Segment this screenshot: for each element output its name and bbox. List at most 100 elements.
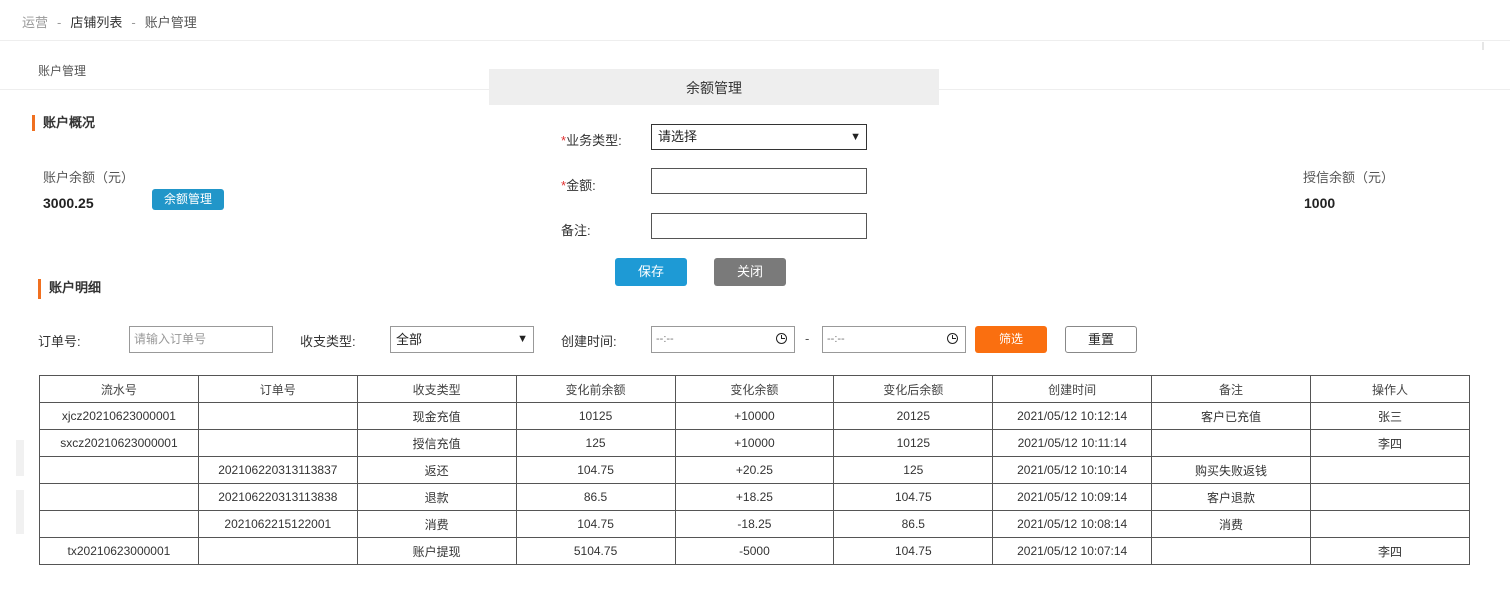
- cell-operator: 张三: [1310, 402, 1470, 430]
- cell-operator: 李四: [1310, 537, 1470, 565]
- cell-created: 2021/05/12 10:07:14: [992, 537, 1153, 565]
- biz-type-select[interactable]: 请选择 ▼: [651, 124, 867, 150]
- breadcrumb-separator: -: [131, 15, 136, 30]
- type-filter-label: 收支类型:: [300, 334, 356, 349]
- table-row: xjcz20210623000001 现金充值 10125 +10000 201…: [39, 402, 1470, 430]
- column-header-note: 备注: [1151, 375, 1311, 403]
- cell-order: [197, 429, 358, 457]
- cell-type: 现金充值: [356, 402, 517, 430]
- column-header-before: 变化前余额: [515, 375, 676, 403]
- cell-after: 20125: [833, 402, 994, 430]
- start-time-input[interactable]: --:--: [651, 326, 795, 353]
- table-row: sxcz20210623000001 授信充值 125 +10000 10125…: [39, 429, 1470, 457]
- cell-after: 125: [833, 456, 994, 484]
- time-filter-label: 创建时间:: [561, 334, 617, 349]
- cell-serial: sxcz20210623000001: [39, 429, 199, 457]
- ledger-table: 流水号 订单号 收支类型 变化前余额 变化余额 变化后余额 创建时间 备注 操作…: [39, 375, 1470, 565]
- column-header-after: 变化后余额: [833, 375, 994, 403]
- cell-note: [1151, 537, 1311, 565]
- cell-serial: xjcz20210623000001: [39, 402, 199, 430]
- breadcrumb-item-account: 账户管理: [144, 15, 197, 30]
- end-time-value: --:--: [827, 333, 845, 345]
- table-row: tx20210623000001 账户提现 5104.75 -5000 104.…: [39, 537, 1470, 565]
- biz-type-label: *业务类型:: [561, 130, 622, 149]
- cell-created: 2021/05/12 10:10:14: [992, 456, 1153, 484]
- column-header-change: 变化余额: [674, 375, 835, 403]
- filter-button[interactable]: 筛选: [975, 326, 1047, 353]
- divider: [0, 40, 1510, 41]
- cell-change: +10000: [674, 429, 835, 457]
- cell-created: 2021/05/12 10:11:14: [992, 429, 1153, 457]
- order-search-input[interactable]: 请输入订单号: [129, 326, 273, 353]
- breadcrumb-item-ops[interactable]: 运营: [22, 15, 48, 30]
- cell-before: 104.75: [515, 456, 676, 484]
- biz-type-selected: 请选择: [658, 129, 698, 144]
- cell-operator: [1310, 483, 1470, 511]
- cell-change: +20.25: [674, 456, 835, 484]
- tab-account-management[interactable]: 账户管理: [38, 62, 86, 79]
- amount-input[interactable]: [651, 168, 867, 194]
- breadcrumb-item-shop-list[interactable]: 店铺列表: [70, 15, 122, 30]
- column-header-serial: 流水号: [39, 375, 199, 403]
- cell-created: 2021/05/12 10:09:14: [992, 483, 1153, 511]
- table-header-row: 流水号 订单号 收支类型 变化前余额 变化余额 变化后余额 创建时间 备注 操作…: [39, 375, 1470, 403]
- cell-type: 账户提现: [356, 537, 517, 565]
- cell-type: 退款: [356, 483, 517, 511]
- cell-after: 86.5: [833, 510, 994, 538]
- clock-icon[interactable]: [776, 333, 787, 344]
- cell-created: 2021/05/12 10:08:14: [992, 510, 1153, 538]
- cell-serial: tx20210623000001: [39, 537, 199, 565]
- breadcrumb: 运营 - 店铺列表 - 账户管理: [22, 12, 197, 31]
- table-row: 202106220313113838 退款 86.5 +18.25 104.75…: [39, 483, 1470, 511]
- end-time-input[interactable]: --:--: [822, 326, 966, 353]
- start-time-value: --:--: [656, 333, 674, 345]
- section-title-overview: 账户概况: [32, 115, 95, 131]
- close-button[interactable]: 关闭: [714, 258, 786, 286]
- column-header-type: 收支类型: [356, 375, 517, 403]
- amount-label-text: 金额:: [566, 178, 596, 193]
- save-button[interactable]: 保存: [615, 258, 687, 286]
- decorative-block: [16, 490, 24, 534]
- clock-icon[interactable]: [947, 333, 958, 344]
- cell-before: 5104.75: [515, 537, 676, 565]
- modal-title: 余额管理: [489, 69, 939, 105]
- cell-order: 2021062215122001: [197, 510, 358, 538]
- cell-created: 2021/05/12 10:12:14: [992, 402, 1153, 430]
- biz-type-label-text: 业务类型:: [566, 133, 622, 148]
- table-row: 2021062215122001 消费 104.75 -18.25 86.5 2…: [39, 510, 1470, 538]
- cell-note: 客户退款: [1151, 483, 1311, 511]
- cell-before: 10125: [515, 402, 676, 430]
- cell-type: 授信充值: [356, 429, 517, 457]
- cell-change: -18.25: [674, 510, 835, 538]
- cell-operator: [1310, 456, 1470, 484]
- reset-button[interactable]: 重置: [1065, 326, 1137, 353]
- note-input[interactable]: [651, 213, 867, 239]
- cell-after: 104.75: [833, 483, 994, 511]
- order-filter-label: 订单号:: [38, 334, 81, 349]
- cell-operator: 李四: [1310, 429, 1470, 457]
- cell-order: 202106220313113838: [197, 483, 358, 511]
- cell-operator: [1310, 510, 1470, 538]
- chevron-down-icon: ▼: [517, 333, 528, 345]
- cell-note: [1151, 429, 1311, 457]
- section-title-detail: 账户明细: [38, 279, 101, 299]
- balance-manage-button[interactable]: 余额管理: [152, 189, 224, 210]
- credit-label: 授信余额（元）: [1303, 170, 1395, 185]
- column-header-created: 创建时间: [992, 375, 1153, 403]
- cell-change: -5000: [674, 537, 835, 565]
- type-filter-selected: 全部: [396, 332, 423, 347]
- cell-change: +18.25: [674, 483, 835, 511]
- range-dash: -: [805, 331, 810, 346]
- balance-label: 账户余额（元）: [43, 170, 135, 185]
- column-header-operator: 操作人: [1310, 375, 1470, 403]
- type-filter-select[interactable]: 全部 ▼: [390, 326, 534, 353]
- cell-before: 125: [515, 429, 676, 457]
- breadcrumb-separator: -: [57, 15, 62, 30]
- decorative-block: [16, 440, 24, 476]
- cell-note: 消费: [1151, 510, 1311, 538]
- cell-after: 10125: [833, 429, 994, 457]
- chevron-down-icon: ▼: [850, 131, 861, 143]
- amount-label: *金额:: [561, 175, 596, 194]
- cell-change: +10000: [674, 402, 835, 430]
- cell-note: 客户已充值: [1151, 402, 1311, 430]
